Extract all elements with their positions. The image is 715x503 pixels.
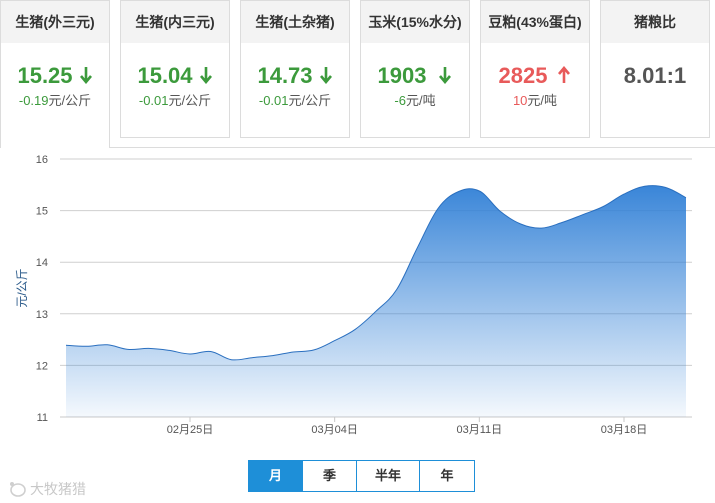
period-month-button[interactable]: 月 <box>249 461 303 491</box>
x-tick-label: 03月18日 <box>601 424 647 436</box>
y-tick-label: 16 <box>36 154 48 166</box>
watermark: 大牧猪猎 <box>8 479 86 499</box>
y-tick-label: 15 <box>36 206 48 218</box>
x-tick-label: 03月11日 <box>457 424 503 436</box>
x-tick-label: 03月04日 <box>311 424 357 436</box>
period-switch: 月 季 半年 年 <box>248 460 475 492</box>
x-tick-label: 02月25日 <box>167 424 213 436</box>
period-year-button[interactable]: 年 <box>420 461 474 491</box>
watermark-text: 大牧猪猎 <box>30 481 86 497</box>
y-axis-label: 元/公斤 <box>15 268 29 307</box>
y-tick-label: 11 <box>37 412 48 424</box>
chart-area-fill <box>66 185 686 417</box>
period-halfyear-button[interactable]: 半年 <box>357 461 420 491</box>
period-quarter-button[interactable]: 季 <box>303 461 357 491</box>
y-tick-label: 12 <box>36 360 48 372</box>
y-tick-label: 14 <box>36 257 48 269</box>
price-chart: 11 12 13 14 15 16 02月25日 03月04日 03月11日 03月18日 元/… <box>15 154 692 436</box>
pig-logo-icon <box>10 482 26 497</box>
y-tick-label: 13 <box>36 309 48 321</box>
